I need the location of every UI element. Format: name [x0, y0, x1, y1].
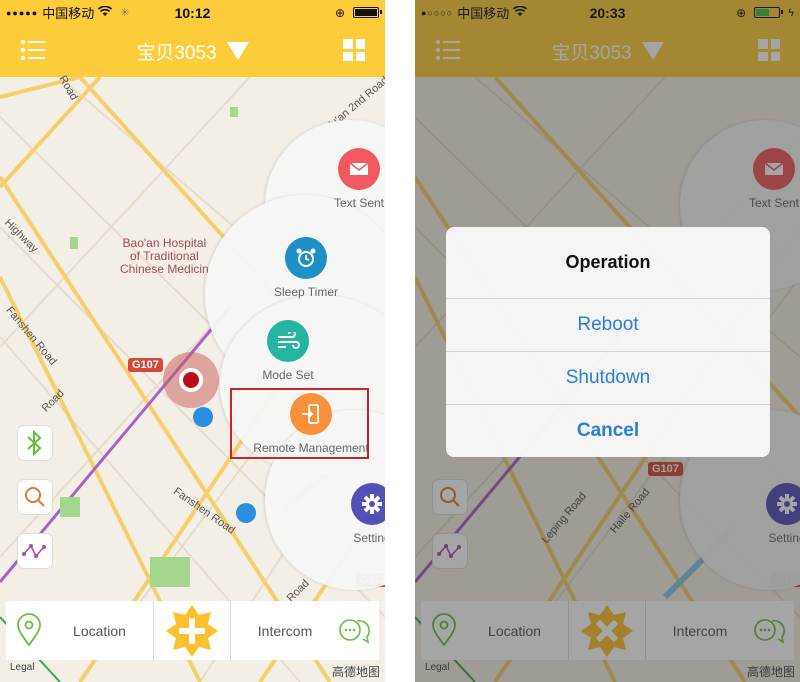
intercom-label: Intercom [257, 622, 313, 639]
track-line-icon [22, 544, 46, 558]
grid-icon[interactable] [343, 39, 365, 61]
activity-spinner-icon: ✳ [120, 7, 130, 19]
phone-screen-right: Leping Road Haile Road G107 G107 Text Se… [415, 0, 800, 682]
search-button[interactable] [17, 479, 53, 515]
bluetooth-icon [27, 430, 42, 456]
status-bar: ●●●●● 中国移动 ✳ 10:12 ⊕ [0, 0, 385, 25]
cancel-button[interactable]: Cancel [446, 404, 770, 457]
wind-icon [267, 320, 309, 362]
operation-dialog: Operation Reboot Shutdown Cancel [446, 227, 770, 457]
setting-action[interactable]: Setting [312, 483, 385, 545]
phone-screen-left: ●●●●● 中国移动 ✳ 10:12 ⊕ 宝贝3053 Road Highway… [0, 0, 385, 682]
text-sent-action[interactable]: Text Sent [299, 148, 385, 210]
shutdown-button[interactable]: Shutdown [446, 351, 770, 404]
location-pin-icon [17, 613, 41, 647]
sleep-timer-action[interactable]: Sleep Timer [246, 237, 366, 299]
wifi-icon [98, 5, 113, 20]
envelope-icon [338, 148, 380, 190]
alarm-clock-icon [285, 237, 327, 279]
plus-icon [166, 604, 218, 657]
dialog-title: Operation [565, 252, 651, 272]
orientation-lock-icon: ⊕ [334, 5, 345, 20]
gear-icon [351, 483, 385, 525]
location-label: Location [73, 622, 126, 639]
bottom-bar: Location Intercom [6, 601, 379, 660]
mode-set-action[interactable]: Mode Set [228, 320, 348, 382]
reboot-button[interactable]: Reboot [446, 298, 770, 351]
location-button[interactable]: Location [6, 601, 153, 660]
add-button[interactable] [154, 601, 230, 660]
device-selector[interactable]: 宝贝3053 [136, 38, 249, 65]
highlight-annotation [230, 388, 369, 459]
poi-hospital-label: Bao'an Hospital of Traditional Chinese M… [120, 236, 209, 276]
chat-bubbles-icon [339, 619, 370, 644]
legal-link[interactable]: Legal [10, 662, 34, 673]
track-button[interactable] [17, 533, 53, 569]
carrier-name: 中国移动 [42, 6, 95, 21]
bluetooth-button[interactable] [17, 425, 53, 461]
nav-bar: 宝贝3053 [0, 25, 385, 77]
battery-icon [353, 7, 382, 18]
device-title: 宝贝3053 [136, 42, 217, 64]
list-menu-icon[interactable] [20, 39, 46, 61]
radial-action-menu: Text Sent Sleep Timer Mode Set Remote Ma… [205, 120, 385, 590]
search-icon [25, 487, 45, 507]
signal-strength-icon: ●●●●● [6, 7, 39, 18]
triangle-down-icon [226, 42, 249, 60]
intercom-button[interactable]: Intercom [231, 601, 379, 660]
map-provider-logo: 高德地图 [331, 665, 380, 679]
location-dot-icon [179, 368, 203, 392]
route-badge: G107 [128, 358, 163, 372]
